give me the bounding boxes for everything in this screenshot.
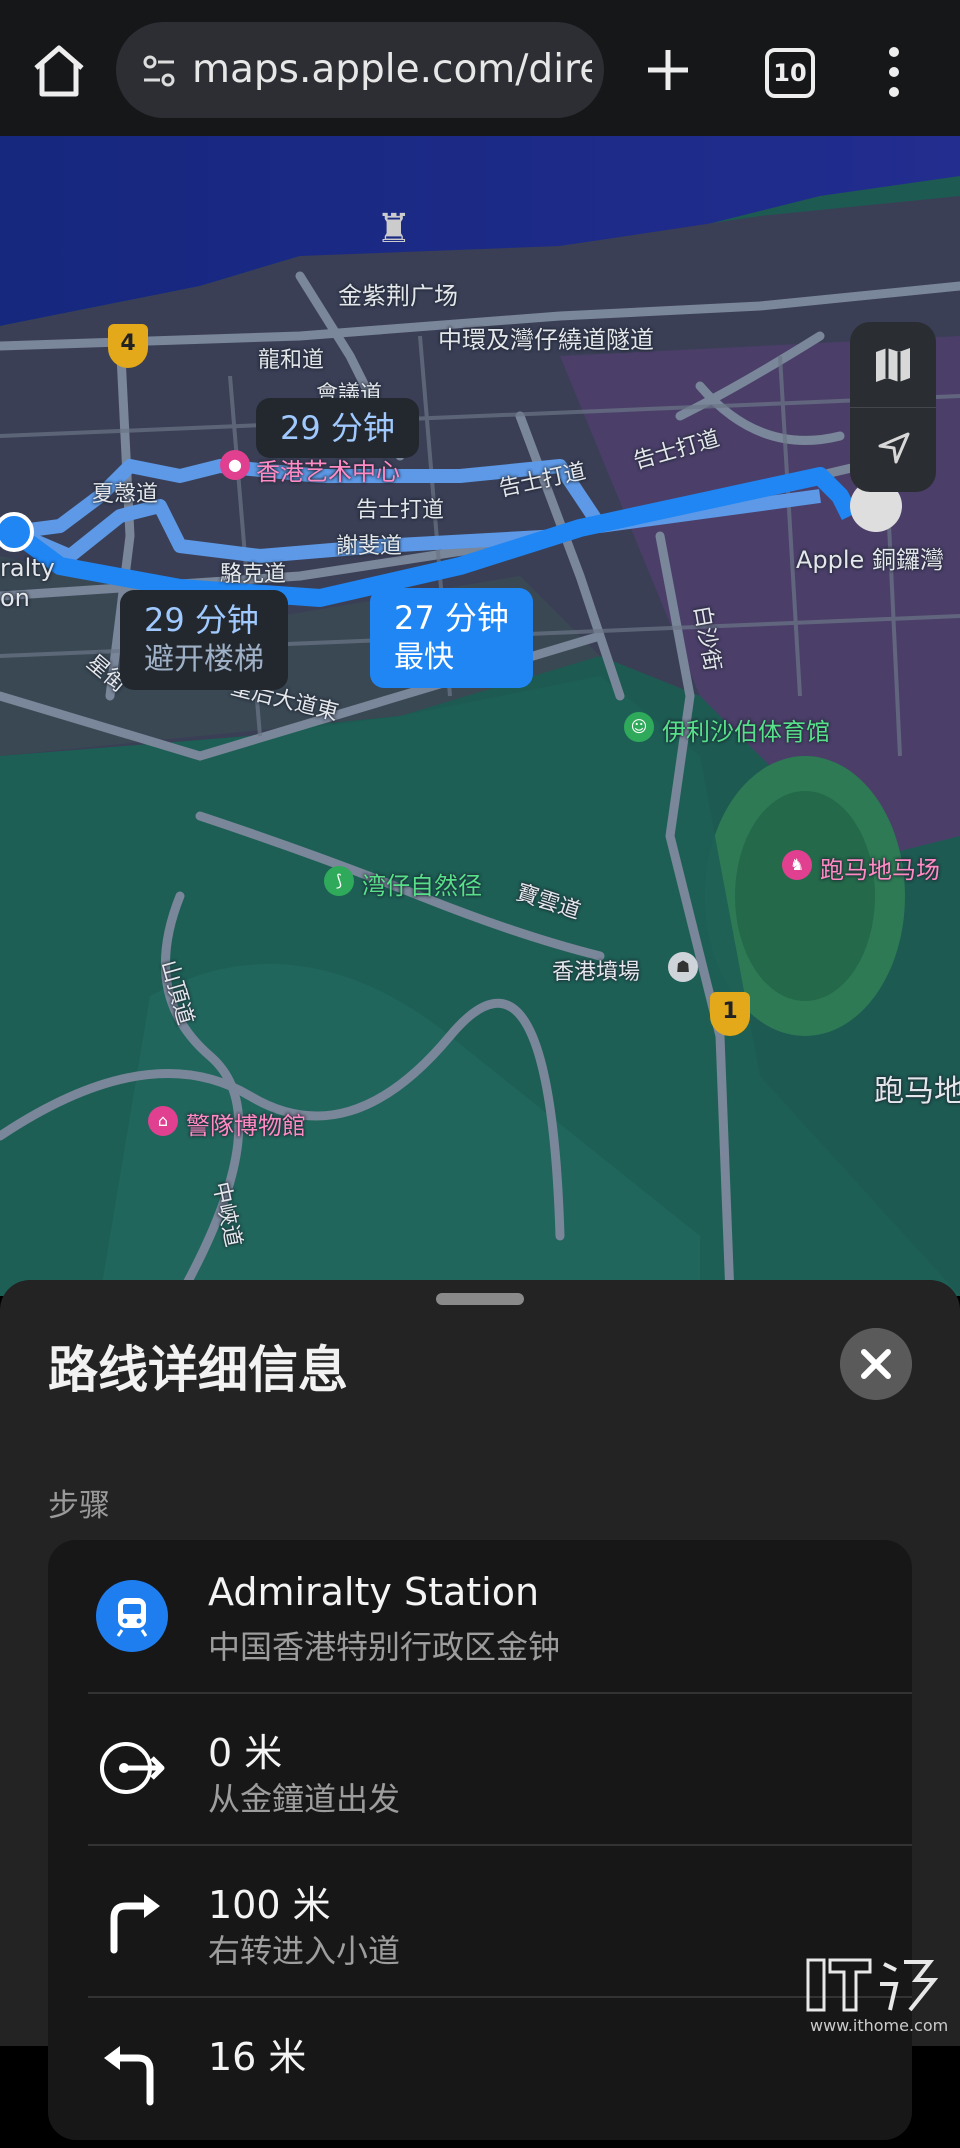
step-title: Admiralty Station [208, 1570, 540, 1614]
arts-centre-icon: ● [220, 450, 250, 480]
browser-toolbar: maps.apple.com/direct 10 [0, 0, 960, 136]
home-icon[interactable] [28, 40, 90, 102]
step-subtitle: 右转进入小道 [208, 1932, 401, 1970]
map-view[interactable]: 金紫荆广场 ♜ 中環及灣仔繞道隧道 龍和道 會議道 ● 香港艺术中心 夏愨道 告… [0, 136, 960, 1296]
route-time: 29 分钟 [280, 409, 395, 447]
map-label: 金紫荆广场 [338, 282, 458, 310]
map-label: 中環及灣仔繞道隧道 [438, 326, 654, 354]
step-title: 100 米 [208, 1883, 331, 1927]
route-time: 29 分钟 [144, 601, 259, 639]
location-arrow-icon[interactable] [874, 428, 914, 468]
route-option-bubble-selected[interactable]: 27 分钟 最快 [370, 588, 533, 688]
turn-left-icon [104, 2046, 154, 2106]
map-controls [850, 322, 936, 492]
start-marker [0, 512, 34, 552]
museum-icon: ⌂ [148, 1106, 178, 1136]
step-subtitle: 中国香港特别行政区金钟 [208, 1628, 561, 1666]
step-row[interactable]: 16 米 [48, 1996, 912, 2148]
site-settings-icon[interactable] [138, 50, 180, 92]
step-row[interactable]: 0 米 从金鐘道出发 [48, 1692, 912, 1844]
route-shield: 4 [108, 324, 148, 368]
map-mode-icon[interactable] [872, 344, 914, 386]
turn-right-icon [110, 1894, 160, 1954]
map-label: 香港墳場 [552, 960, 641, 985]
trail-icon: ⟆ [324, 866, 354, 896]
map-label: ralty [0, 554, 55, 582]
map-label: 龍和道 [258, 348, 325, 373]
watermark-text: www.ithome.com [810, 2016, 949, 2035]
map-label: 告士打道 [356, 498, 445, 523]
step-title: 16 米 [208, 2035, 307, 2079]
sheet-title: 路线详细信息 [48, 1341, 348, 1399]
tab-switcher-button[interactable]: 10 [765, 48, 815, 98]
kebab-menu-icon[interactable] [884, 44, 904, 100]
steps-label: 步骤 [48, 1488, 110, 1524]
route-note: 避开楼梯 [144, 642, 264, 677]
route-option-bubble[interactable]: 29 分钟 避开楼梯 [120, 590, 288, 690]
route-time: 27 分钟 [394, 599, 509, 637]
step-row[interactable]: 100 米 右转进入小道 [48, 1844, 912, 1996]
map-label: 湾仔自然径 [362, 872, 482, 900]
route-details-sheet: 路线详细信息 步骤 Admiralty Station 中国香港特别行政区金钟 [0, 1280, 960, 2140]
route-note: 最快 [394, 640, 454, 675]
close-icon[interactable] [840, 1328, 912, 1400]
address-bar[interactable]: maps.apple.com/direct [116, 22, 604, 118]
map-label: 夏愨道 [92, 482, 159, 507]
route-option-bubble[interactable]: 29 分钟 [256, 398, 419, 458]
depart-icon [100, 1742, 165, 1794]
route-shield: 1 [710, 992, 750, 1036]
map-label: 跑马地马场 [820, 856, 940, 884]
stadium-icon: ☺ [624, 712, 654, 742]
train-station-icon [96, 1580, 168, 1652]
step-row[interactable]: Admiralty Station 中国香港特别行政区金钟 [48, 1540, 912, 1692]
map-label[interactable]: Apple 銅鑼灣 [796, 540, 944, 575]
map-label: 謝斐道 [336, 534, 403, 559]
map-label: 駱克道 [220, 562, 287, 587]
sheet-grabber[interactable] [436, 1293, 524, 1305]
step-subtitle: 从金鐘道出发 [208, 1780, 401, 1818]
map-label: 跑马地 [874, 1074, 960, 1109]
monument-icon: ♜ [376, 206, 412, 252]
map-label: on [0, 584, 30, 612]
step-title: 0 米 [208, 1731, 283, 1775]
racecourse-icon: ♞ [782, 850, 812, 880]
steps-list: Admiralty Station 中国香港特别行政区金钟 0 米 从金鐘道出发… [48, 1540, 912, 2140]
map-label: 伊利沙伯体育馆 [662, 718, 830, 746]
plus-icon[interactable] [640, 42, 696, 98]
map-label: 警隊博物館 [186, 1112, 306, 1140]
url-text[interactable]: maps.apple.com/direct [192, 44, 592, 96]
cemetery-icon: ☗ [668, 952, 698, 982]
